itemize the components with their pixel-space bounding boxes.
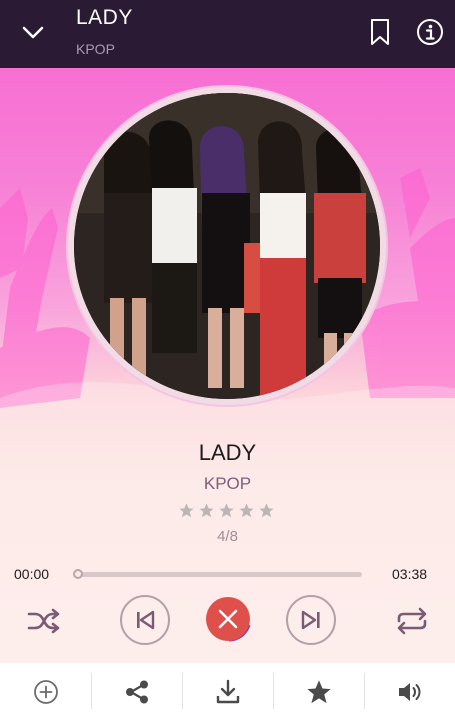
bookmark-icon[interactable]: [368, 18, 392, 46]
song-artist: KPOP: [203, 474, 252, 493]
next-icon: [301, 610, 320, 630]
download-icon: [216, 679, 239, 704]
next-button[interactable]: [286, 595, 336, 645]
star-icon[interactable]: [178, 502, 195, 519]
repeat-icon[interactable]: [394, 606, 430, 636]
download-button[interactable]: [182, 663, 273, 721]
progress-knob[interactable]: [73, 569, 83, 579]
album-art-image: [74, 93, 380, 399]
top-bar: LADY KPOP: [0, 0, 455, 68]
favorite-button[interactable]: [273, 663, 364, 721]
share-button[interactable]: [91, 663, 182, 721]
add-to-playlist-icon: [33, 680, 58, 704]
star-icon[interactable]: [198, 502, 215, 519]
share-icon: [125, 680, 148, 704]
previous-button[interactable]: [120, 595, 170, 645]
album-art-frame: [68, 87, 386, 405]
current-time: 00:00: [14, 566, 50, 582]
previous-icon: [137, 610, 155, 630]
song-title: LADY: [198, 440, 257, 465]
stop-icon: [206, 597, 251, 642]
chevron-down-icon[interactable]: [18, 20, 48, 44]
info-icon[interactable]: [416, 18, 444, 46]
bottom-action-bar: [0, 663, 455, 721]
star-icon[interactable]: [218, 502, 235, 519]
add-to-playlist-button[interactable]: [0, 663, 91, 721]
volume-button[interactable]: [364, 663, 455, 721]
header-subtitle: KPOP: [76, 41, 115, 57]
progress-bar[interactable]: [73, 569, 362, 579]
favorite-star-icon: [306, 680, 331, 704]
player-stage: LADY KPOP 4/8 00:00 03:38: [0, 68, 455, 663]
track-position: 4/8: [217, 528, 238, 545]
stop-button[interactable]: [205, 595, 253, 647]
star-icon[interactable]: [238, 502, 255, 519]
volume-icon: [398, 683, 420, 701]
rating-stars[interactable]: [178, 502, 275, 522]
shuffle-icon[interactable]: [26, 606, 62, 636]
header-title: LADY: [76, 6, 133, 29]
total-time: 03:38: [392, 566, 428, 582]
star-icon[interactable]: [258, 502, 275, 519]
